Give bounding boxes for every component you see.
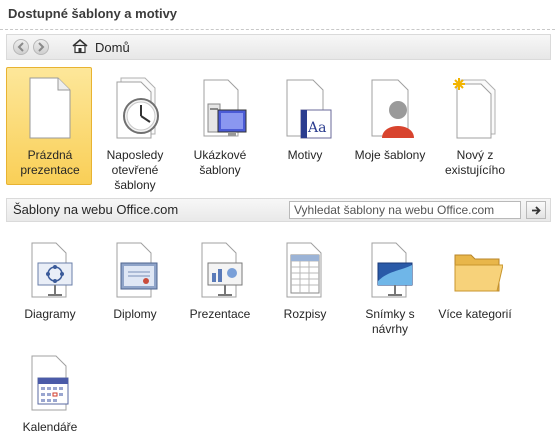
section-title: Šablony na webu Office.com (13, 202, 179, 217)
tile-new-from-existing[interactable]: Nový z existujícího (431, 67, 517, 185)
tile-diagrams[interactable]: Diagramy (6, 232, 92, 332)
tile-themes[interactable]: Aa Motivy (261, 67, 347, 185)
tile-calendars[interactable]: Kalendáře (6, 345, 92, 438)
navigation-bar: Domů (6, 34, 551, 60)
tile-presentations[interactable]: Prezentace (176, 232, 262, 332)
panel-header: Dostupné šablony a motivy (0, 0, 555, 30)
computer-icon (203, 79, 247, 137)
blank-document-icon (29, 77, 71, 139)
breadcrumb-home[interactable]: Domů (95, 40, 130, 55)
folder-icon (454, 254, 503, 292)
tile-label: Kalendáře (22, 420, 78, 434)
arrow-right-icon (532, 206, 541, 215)
tile-diplomas[interactable]: Diplomy (91, 232, 177, 332)
tile-label: Diplomy (113, 307, 157, 321)
presentation-icon (201, 242, 243, 298)
forward-button[interactable] (33, 39, 49, 55)
new-from-existing-icon (453, 78, 496, 139)
back-button[interactable] (13, 39, 29, 55)
tile-label: Rozpisy (283, 307, 327, 321)
panel-title: Dostupné šablony a motivy (8, 6, 178, 21)
tile-label: Prázdná prezentace (20, 148, 80, 177)
office-section-bar: Šablony na webu Office.com (6, 198, 551, 222)
home-icon[interactable] (71, 38, 89, 59)
search-button[interactable] (526, 201, 546, 219)
tile-design-slides[interactable]: Snímky s návrhy (346, 232, 432, 336)
clock-icon (116, 77, 159, 139)
diploma-icon (116, 242, 158, 298)
search-input[interactable] (289, 201, 521, 219)
tile-label: Snímky s návrhy (365, 307, 415, 336)
diagram-icon (31, 242, 73, 298)
tile-blank-presentation[interactable]: Prázdná prezentace (6, 67, 92, 185)
tile-my-templates[interactable]: Moje šablony (346, 67, 432, 185)
theme-aa-icon: Aa (286, 79, 332, 139)
tile-label: Naposledy otevřené šablony (106, 148, 164, 192)
svg-text:Aa: Aa (307, 120, 326, 136)
tile-label: Diagramy (24, 307, 76, 321)
calendar-icon (31, 355, 69, 411)
tile-schedules[interactable]: Rozpisy (261, 232, 347, 332)
arrow-right-icon (38, 42, 45, 52)
slide-design-icon (371, 242, 413, 298)
tile-label: Více kategorií (438, 307, 512, 321)
arrow-left-icon (17, 42, 24, 52)
tile-label: Motivy (287, 148, 323, 162)
spreadsheet-icon (286, 242, 322, 298)
tile-recent-templates[interactable]: Naposledy otevřené šablony (91, 67, 177, 192)
user-icon (371, 79, 414, 138)
tile-label: Moje šablony (354, 148, 426, 162)
tile-label: Prezentace (189, 307, 251, 321)
tile-label: Nový z existujícího (444, 148, 506, 177)
tile-sample-templates[interactable]: Ukázkové šablony (176, 67, 262, 185)
tile-label: Ukázkové šablony (193, 148, 247, 177)
tile-more-categories[interactable]: Více kategorií (431, 232, 517, 332)
